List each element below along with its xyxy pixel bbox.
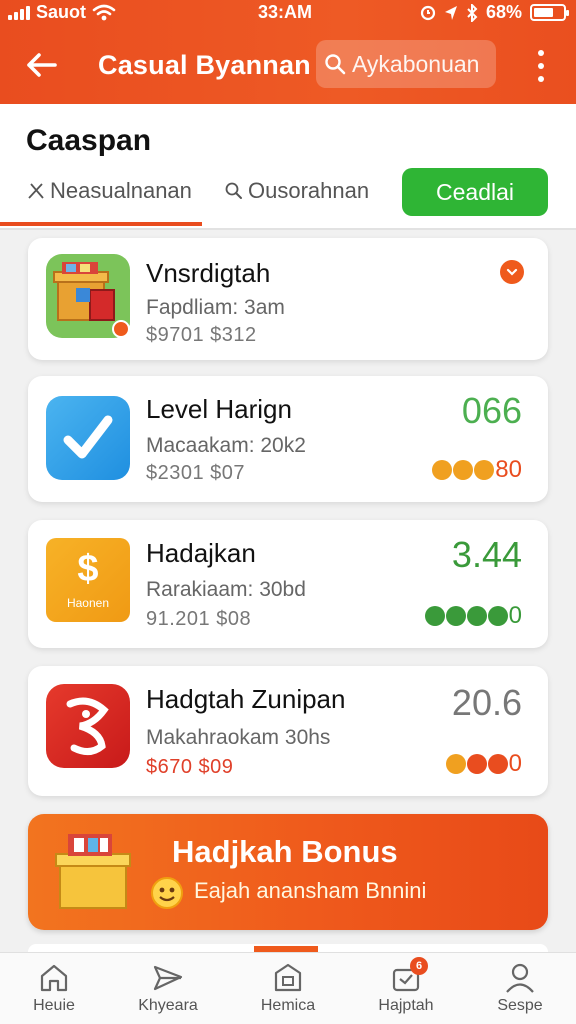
rating-dot-icon	[445, 754, 466, 774]
bonus-subtitle: Eajah anansham Bnnini	[194, 878, 427, 903]
more-vertical-icon	[538, 50, 544, 56]
card-price: 91.201 $08	[146, 608, 252, 630]
tab-bar: Neasualnanan Ousorahnan Ceadlai	[0, 168, 576, 228]
battery-icon	[530, 4, 569, 21]
profile-icon	[506, 963, 534, 993]
rating-dot-icon	[424, 606, 445, 626]
bonus-title: Hadjkah Bonus	[172, 834, 398, 869]
rating-dot-icon	[466, 606, 487, 626]
nav-home-label: Heuie	[33, 997, 75, 1014]
bottom-navigation: Heuie Khyeara Hemica 6 Hajptah Sespe	[0, 952, 576, 1024]
rating-value: 0	[508, 750, 522, 777]
tab-search[interactable]: Ousorahnan	[224, 178, 369, 204]
store-icon	[274, 963, 302, 992]
chevron-badge-icon[interactable]	[500, 260, 524, 284]
back-button[interactable]	[22, 48, 60, 82]
rating-value: 0	[508, 602, 522, 629]
search-icon	[325, 54, 346, 75]
rating: 0	[445, 750, 522, 778]
game-card[interactable]: Vnsrdigtah Fapdliam: 3am $9701 $312	[28, 238, 548, 360]
battery-fill	[534, 8, 554, 17]
card-title: Vnsrdigtah	[146, 258, 271, 288]
card-title: Level Harign	[146, 394, 292, 424]
active-tab-indicator	[0, 222, 202, 226]
card-subtitle: Makahraokam 30hs	[146, 726, 331, 749]
send-icon	[153, 965, 183, 991]
sun-face-icon	[151, 877, 183, 909]
rating-dot-icon	[474, 460, 495, 480]
nav-home[interactable]: Heuie	[4, 961, 104, 1015]
card-score: 20.6	[451, 682, 522, 723]
nav-store[interactable]: Hemica	[238, 961, 338, 1015]
back-arrow-icon	[27, 53, 57, 77]
rating-dot-icon	[453, 460, 474, 480]
search-bar[interactable]	[316, 40, 496, 88]
dollar-card-label: Haonen	[66, 596, 110, 610]
status-bar: Sauot 33:AM 68%	[0, 0, 576, 28]
home-icon	[40, 964, 68, 992]
nav-cart-badge: 6	[410, 957, 428, 975]
card-subtitle: Rarakiaam: 30bd	[146, 578, 306, 601]
rating-dot-icon	[432, 460, 453, 480]
nav-cart[interactable]: 6 Hajptah	[356, 957, 456, 1015]
app-header: Sauot 33:AM 68% Casual Byannan Aykabonua…	[0, 0, 576, 104]
page-title: Casual Byannan	[98, 50, 311, 80]
swords-icon	[28, 183, 44, 199]
search-icon	[225, 182, 242, 199]
dollar-card-icon: $ Haonen	[46, 538, 130, 622]
card-price: $670 $09	[146, 756, 234, 778]
signal-icon	[8, 5, 30, 20]
red-app-icon	[46, 684, 130, 768]
nav-profile-label: Sespe	[497, 997, 543, 1014]
rating: 0	[424, 602, 522, 630]
rating: 80	[432, 456, 522, 484]
section-divider	[0, 228, 576, 230]
status-right: 68%	[420, 2, 569, 23]
game-card[interactable]: Hadgtah Zunipan Makahraokam 30hs $670 $0…	[28, 666, 548, 796]
card-score: 066	[461, 390, 522, 431]
nav-store-label: Hemica	[260, 997, 316, 1014]
wifi-icon	[92, 4, 116, 20]
carrier-name: Sauot	[36, 2, 87, 22]
rating-value: 80	[495, 456, 522, 483]
rating-dot-icon	[445, 606, 466, 626]
nav-send-label: Khyeara	[138, 997, 198, 1014]
green-action-button[interactable]: Ceadlai	[402, 168, 548, 216]
tab-casual-label: Neasualnanan	[50, 178, 192, 203]
rating-dot-icon	[466, 754, 487, 774]
game-card[interactable]: Level Harign Macaakam: 20k2 $2301 $07 06…	[28, 376, 548, 502]
checkmark-app-icon	[46, 396, 130, 480]
card-price: $9701 $312	[146, 324, 257, 346]
nav-send[interactable]: Khyeara	[118, 961, 218, 1015]
location-icon	[444, 5, 457, 20]
rating-dot-icon	[487, 754, 508, 774]
search-input[interactable]	[352, 50, 492, 78]
tab-search-label: Ousorahnan	[248, 178, 370, 203]
card-subtitle: Fapdliam: 3am	[146, 296, 285, 319]
card-score: 3.44	[451, 534, 522, 575]
tab-casual[interactable]: Neasualnanan	[26, 178, 192, 204]
nav-cart-label: Hajptah	[378, 997, 434, 1014]
section-title: Caaspan	[26, 124, 152, 157]
bonus-banner[interactable]: Hadjkah Bonus Eajah anansham Bnnini	[28, 814, 548, 930]
more-options-button[interactable]	[532, 50, 550, 82]
nav-row: Casual Byannan	[0, 38, 576, 92]
alarm-icon	[420, 5, 436, 20]
section-header: Caaspan Neasualnanan Ousorahnan Ceadlai	[0, 104, 576, 228]
battery-percent: 68%	[485, 2, 522, 22]
rating-dot-icon	[487, 606, 508, 626]
card-title: Hadajkan	[146, 538, 256, 568]
status-time: 33:AM	[258, 2, 313, 22]
card-subtitle: Macaakam: 20k2	[146, 434, 306, 457]
status-left: Sauot	[8, 2, 116, 23]
treasure-box-icon	[46, 254, 130, 338]
card-title: Hadgtah Zunipan	[146, 684, 346, 714]
small-badge-icon	[112, 320, 130, 338]
nav-profile[interactable]: Sespe	[470, 961, 570, 1015]
bluetooth-icon	[467, 3, 478, 22]
gift-box-icon	[55, 834, 131, 909]
game-card[interactable]: $ Haonen Hadajkan Rarakiaam: 30bd 91.201…	[28, 520, 548, 648]
card-price: $2301 $07	[146, 462, 246, 484]
